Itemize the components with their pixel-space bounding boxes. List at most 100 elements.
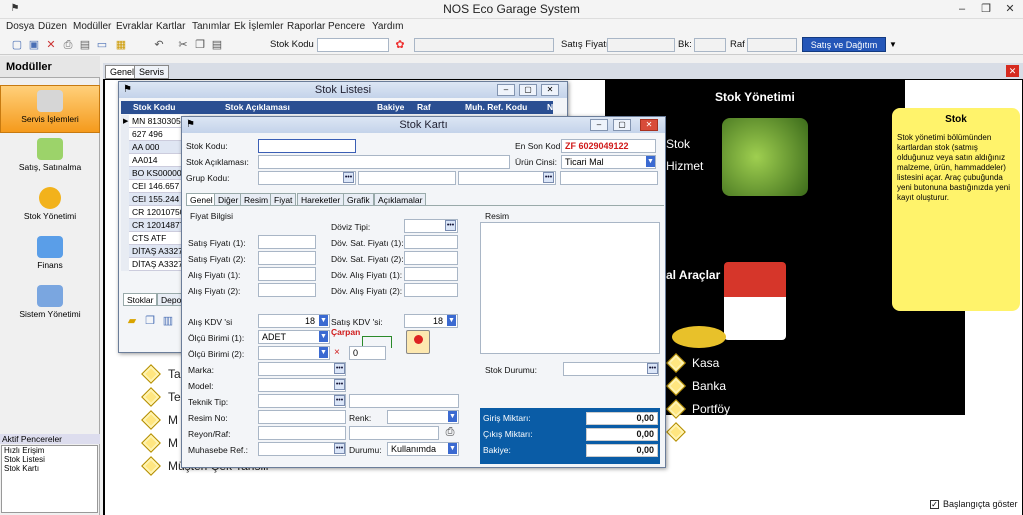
grup-kodu-input-4[interactable] [560,171,658,185]
menu-evraklar[interactable]: Evraklar [116,21,153,32]
muhasebe-ref-input[interactable] [258,442,346,456]
tab-resim[interactable]: Resim [240,193,273,206]
left-choice-text[interactable]: Te [168,390,181,404]
column-header[interactable]: N [547,102,553,112]
tab-stoklar[interactable]: Stoklar [123,293,158,306]
marka-input[interactable] [258,362,346,376]
menu-duzen[interactable]: Düzen [38,21,67,32]
lookup-button[interactable]: ••• [343,172,354,183]
dov-alis-fiyati-1-input[interactable] [404,267,458,281]
resim-no-input[interactable] [258,410,346,424]
sidebar-item-satis[interactable]: Satış, Satınalma [0,134,100,182]
menu-kartlar[interactable]: Kartlar [156,21,185,32]
stok-kodu-input[interactable] [258,139,356,153]
lookup-button[interactable]: ••• [543,172,554,183]
print-icon[interactable]: ⎙ [443,425,457,439]
close-button[interactable]: ✕ [541,84,559,96]
left-choice-text[interactable]: M [168,436,178,450]
pos-link[interactable]: POS [692,425,717,439]
chevron-down-icon[interactable]: ▼ [319,331,328,342]
tab-diger[interactable]: Diğer [214,193,243,206]
undo-icon[interactable]: ↶ [152,38,166,52]
column-header[interactable]: Bakiye [377,102,404,112]
menu-yardim[interactable]: Yardım [372,21,404,32]
teknik-tip-input[interactable] [258,394,346,408]
chevron-down-icon[interactable]: ▼ [448,443,457,454]
close-icon[interactable]: ✕ [998,0,1022,18]
menu-moduller[interactable]: Modüller [73,21,111,32]
lookup-button[interactable]: ••• [647,363,658,374]
grup-kodu-input-1[interactable] [258,171,356,185]
color-dots-icon[interactable]: ✿ [393,38,407,52]
tab-fiyat[interactable]: Fiyat [270,193,297,206]
active-window-item[interactable]: Stok Kartı [2,464,97,473]
resim-box[interactable] [480,222,660,354]
table-row[interactable]: AA014 [129,154,189,167]
sidebar-item-stok[interactable]: Stok Yönetimi [0,183,100,231]
card-icon[interactable]: ▭ [95,38,109,52]
chart-icon[interactable]: ▥ [161,314,175,328]
carpan-input[interactable]: 0 [349,346,386,360]
table-row[interactable]: AA 000 [129,141,189,154]
satis-fiyati-1-input[interactable] [258,235,316,249]
cari-link[interactable]: Cari Hareket Girişi [666,459,764,473]
close-button[interactable]: ✕ [640,119,658,131]
print-icon[interactable]: ⎙ [61,38,75,52]
alis-fiyati-1-input[interactable] [258,267,316,281]
lookup-button[interactable]: ••• [334,379,345,390]
table-row[interactable]: DİTAŞ A3327 [129,245,189,258]
satis-dagitim-button[interactable]: Satış ve Dağıtım [802,37,886,52]
teknik-tip-detail-input[interactable] [349,394,459,408]
table-row[interactable]: CTS ATF [129,232,189,245]
urun-cinsi-select[interactable]: Ticari Mal [561,155,656,169]
tab-servis[interactable]: Servis [134,65,170,79]
menu-ek-islemler[interactable]: Ek İşlemler [234,21,283,32]
kasa-link[interactable]: Kasa [692,356,719,370]
left-choice-text[interactable]: M [168,413,178,427]
chevron-down-icon[interactable]: ▼ [448,411,457,422]
reyon-raf-detail-input[interactable] [349,426,439,440]
folder-open-icon[interactable]: ▰ [125,314,139,328]
lookup-button[interactable]: ••• [445,220,456,231]
table-row[interactable]: CR 12010750 [129,206,189,219]
stok-aciklamasi-input[interactable] [258,155,510,169]
minimize-icon[interactable]: – [950,0,974,18]
reyon-raf-input[interactable] [258,426,346,440]
table-row[interactable]: CEI 155.244 [129,193,189,206]
chevron-down-icon[interactable]: ▼ [319,347,328,358]
chevron-down-icon[interactable]: ▼ [646,156,655,167]
model-input[interactable] [258,378,346,392]
stamp-button[interactable] [406,330,430,354]
maximize-button[interactable]: ▢ [613,119,631,131]
tab-aciklamalar[interactable]: Açıklamalar [374,193,427,206]
excel-icon[interactable]: ▦ [114,38,128,52]
dov-sat-fiyati-1-input[interactable] [404,235,458,249]
chevron-down-icon[interactable]: ▼ [447,315,456,326]
left-choice-text[interactable]: Ta [168,367,181,381]
banka-link[interactable]: Banka [692,379,726,393]
grup-kodu-input-3[interactable] [458,171,556,185]
preview-icon[interactable]: ▤ [78,38,92,52]
tab-genel[interactable]: Genel [186,193,217,206]
active-window-item[interactable]: Hızlı Erişim [2,446,97,455]
minimize-button[interactable]: – [497,84,515,96]
sidebar-item-servis[interactable]: Servis İşlemleri [0,85,100,133]
restore-icon[interactable]: ❐ [974,0,998,18]
table-row[interactable]: BO KS000005 [129,167,189,180]
grup-kodu-input-2[interactable] [358,171,456,185]
minimize-button[interactable]: – [590,119,608,131]
close-tab-icon[interactable]: ✕ [1006,65,1019,77]
toolbar-stok-kodu-input[interactable] [317,38,389,52]
copy-icon[interactable]: ❐ [193,38,207,52]
copy-list-icon[interactable]: ❐ [143,314,157,328]
active-window-item[interactable]: Stok Listesi [2,455,97,464]
column-header[interactable]: Stok Açıklaması [225,102,290,112]
portfoy-link[interactable]: Portföy [692,402,730,416]
column-header[interactable]: Raf [417,102,431,112]
sidebar-item-sistem[interactable]: Sistem Yönetimi [0,281,100,329]
maximize-button[interactable]: ▢ [519,84,537,96]
dov-alis-fiyati-2-input[interactable] [404,283,458,297]
menu-tanimlar[interactable]: Tanımlar [192,21,230,32]
table-row[interactable]: CEI 146.657 [129,180,189,193]
column-header[interactable]: Muh. Ref. Kodu [465,102,527,112]
